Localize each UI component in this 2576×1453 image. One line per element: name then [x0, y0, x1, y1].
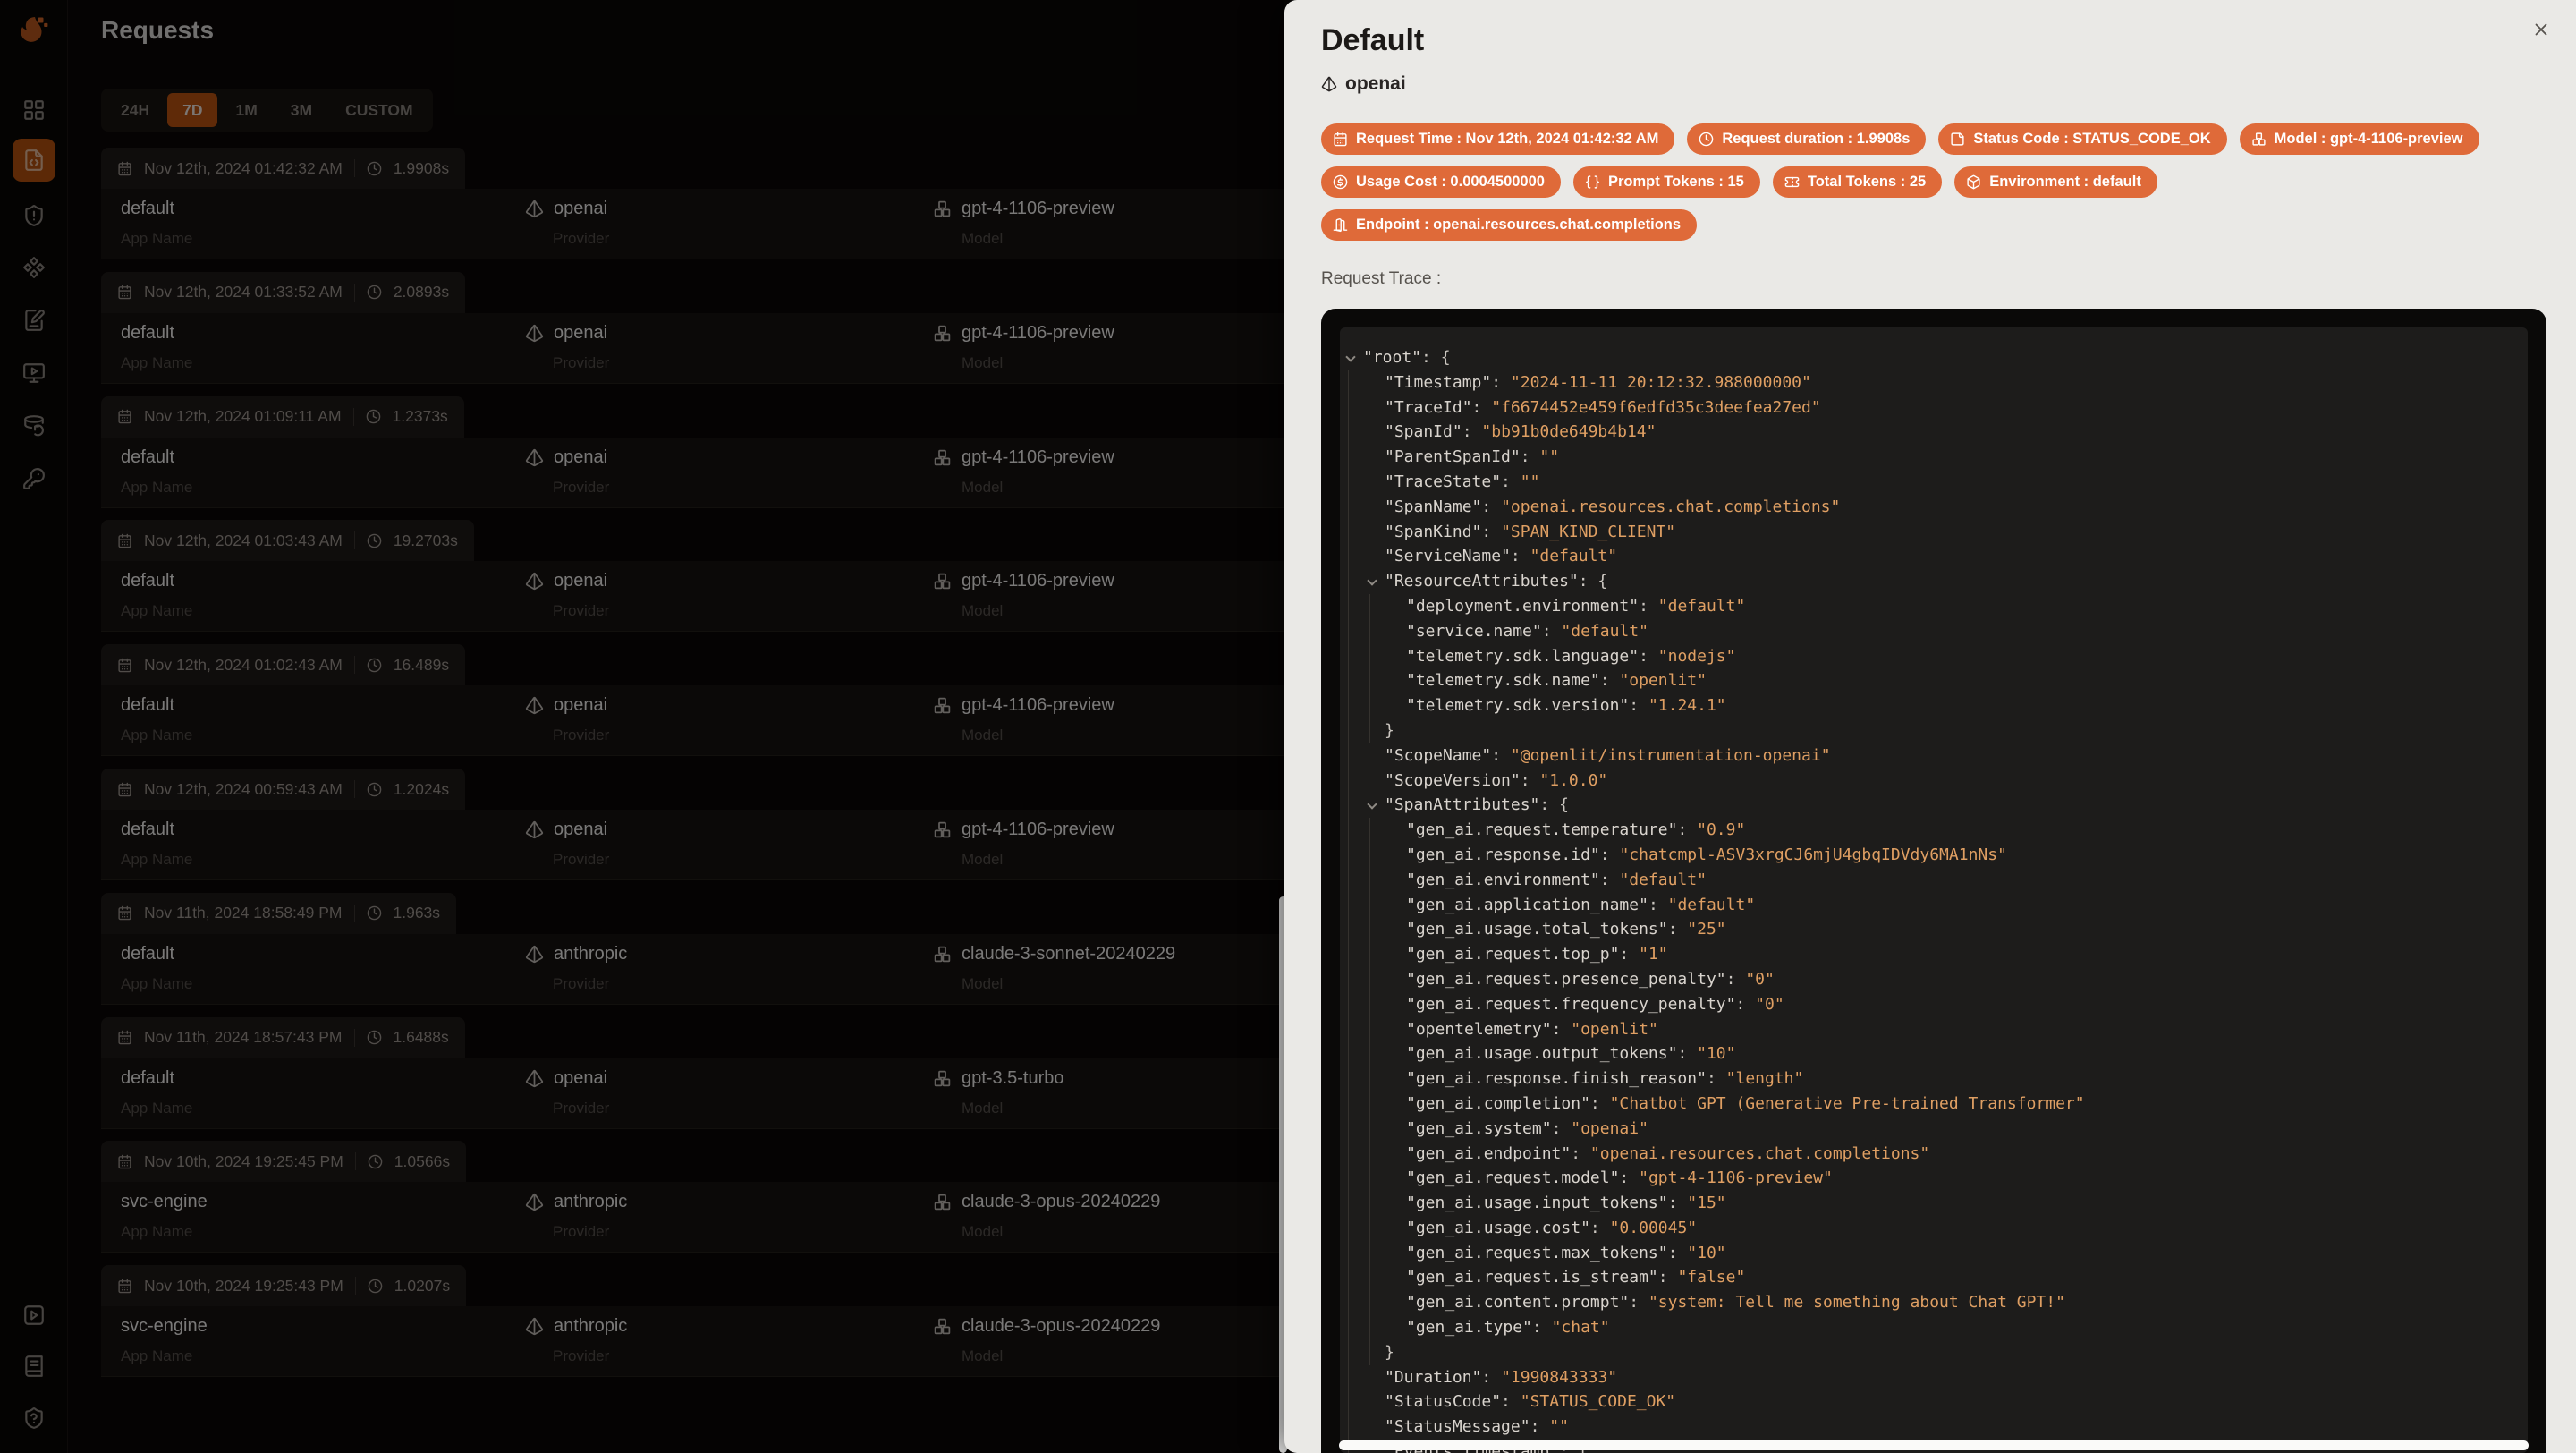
trace-line: "gen_ai.request.is_stream": "false"	[1406, 1268, 1746, 1287]
collapse-chevron-icon[interactable]	[1345, 352, 1356, 362]
badge-text: Request Time : Nov 12th, 2024 01:42:32 A…	[1356, 131, 1659, 147]
trace-line: "Duration": "1990843333"	[1385, 1367, 1618, 1387]
trace-line: "SpanAttributes": {	[1340, 793, 2528, 818]
detail-badge: Environment : default	[1954, 166, 2157, 198]
trace-line: "SpanName": "openai.resources.chat.compl…	[1385, 497, 1841, 516]
trace-line: "Timestamp": "2024-11-11 20:12:32.988000…	[1385, 372, 1811, 392]
trace-line: "gen_ai.request.top_p": "1"	[1406, 945, 1668, 964]
trace-line: "gen_ai.usage.output_tokens": "10"	[1406, 1044, 1736, 1064]
trace-line: "root": {	[1340, 345, 2528, 370]
badge-text: Model : gpt-4-1106-preview	[2274, 131, 2463, 147]
detail-badge: Request Time : Nov 12th, 2024 01:42:32 A…	[1321, 123, 1675, 155]
trace-line: "gen_ai.usage.cost": "0.00045"	[1406, 1218, 1698, 1237]
ticket-icon	[1784, 176, 1800, 188]
package-icon	[1967, 174, 1980, 190]
collapse-chevron-icon[interactable]	[1367, 799, 1377, 811]
modal-overlay[interactable]	[0, 0, 1284, 1453]
pyramid-icon	[1321, 76, 1337, 92]
detail-badge: Prompt Tokens : 15	[1572, 166, 1760, 198]
status-icon	[1951, 132, 1964, 146]
door-icon	[1333, 218, 1348, 233]
trace-line: "telemetry.sdk.language": "nodejs"	[1406, 646, 1736, 666]
close-icon[interactable]	[2531, 20, 2555, 43]
trace-line: "gen_ai.completion": "Chatbot GPT (Gener…	[1406, 1093, 2085, 1113]
indent-guide	[1348, 370, 1349, 1453]
trace-line: "SpanKind": "SPAN_KIND_CLIENT"	[1385, 522, 1676, 541]
trace-line: "ParentSpanId": ""	[1385, 447, 1560, 467]
trace-line: "opentelemetry": "openlit"	[1406, 1019, 1658, 1039]
trace-line: "gen_ai.response.finish_reason": "length…	[1406, 1069, 1804, 1089]
trace-line: "StatusCode": "STATUS_CODE_OK"	[1385, 1392, 1676, 1412]
request-detail-sheet: Default openai Request Time : Nov 12th, …	[1284, 0, 2576, 1453]
trace-line: "gen_ai.system": "openai"	[1406, 1118, 1648, 1138]
clock-icon	[1699, 132, 1714, 147]
detail-badge: Status Code : STATUS_CODE_OK	[1938, 123, 2227, 155]
trace-line: "ServiceName": "default"	[1385, 547, 1618, 566]
trace-line: "gen_ai.request.frequency_penalty": "0"	[1406, 994, 1784, 1014]
badge-container: Request Time : Nov 12th, 2024 01:42:32 A…	[1321, 123, 2554, 241]
trace-line: "gen_ai.request.presence_penalty": "0"	[1406, 969, 1775, 989]
trace-line: "TraceState": ""	[1385, 472, 1540, 491]
badge-text: Prompt Tokens : 15	[1607, 174, 1744, 190]
trace-line: "gen_ai.request.max_tokens": "10"	[1406, 1243, 1726, 1262]
trace-line: "gen_ai.response.id": "chatcmpl-ASV3xrgC…	[1406, 845, 2007, 864]
badge-row: Usage Cost : 0.0004500000 Prompt Tokens :…	[1321, 166, 2554, 198]
badge-text: Usage Cost : 0.0004500000	[1356, 174, 1545, 190]
trace-line: "deployment.environment": "default"	[1406, 596, 1746, 616]
calendar-icon	[1334, 132, 1347, 147]
trace-line: "StatusMessage": ""	[1385, 1417, 1569, 1437]
trace-line: "gen_ai.usage.total_tokens": "25"	[1406, 920, 1726, 939]
collapse-chevron-icon[interactable]	[1367, 575, 1377, 586]
badge-text: Request duration : 1.9908s	[1722, 131, 1911, 147]
badge-text: Total Tokens : 25	[1807, 174, 1927, 190]
braces-icon	[1586, 175, 1599, 189]
badge-text: Environment : default	[1989, 174, 2141, 190]
trace-label: Request Trace :	[1321, 269, 1442, 288]
openlit-app: Requests 24H7D1M3MCUSTOM Nov 12th, 2024 …	[0, 0, 2576, 1453]
dollar-icon	[1333, 174, 1348, 190]
provider-row: openai	[1321, 73, 1406, 95]
boxes-icon	[2252, 132, 2266, 146]
detail-badge: Total Tokens : 25	[1772, 166, 1943, 198]
indent-guide	[1369, 594, 1370, 743]
trace-line: "gen_ai.type": "chat"	[1406, 1318, 1610, 1338]
trace-line: "gen_ai.request.temperature": "0.9"	[1406, 820, 1746, 840]
trace-line: }	[1385, 1342, 1394, 1362]
trace-line: "gen_ai.usage.input_tokens": "15"	[1406, 1194, 1726, 1213]
trace-line: "SpanId": "bb91b0de649b4b14"	[1385, 422, 1657, 442]
detail-badge: Usage Cost : 0.0004500000	[1321, 166, 1561, 198]
trace-line: "ScopeName": "@openlit/instrumentation-o…	[1385, 745, 1831, 765]
trace-line: "gen_ai.environment": "default"	[1406, 870, 1707, 889]
trace-line: "ResourceAttributes": {	[1340, 569, 2528, 594]
trace-line: "ScopeVersion": "1.0.0"	[1385, 770, 1608, 790]
trace-json: "root": {"Timestamp": "2024-11-11 20:12:…	[1340, 327, 2528, 1453]
trace-horizontal-scrollbar[interactable]	[1339, 1440, 2529, 1450]
trace-line: "gen_ai.request.model": "gpt-4-1106-prev…	[1406, 1168, 1833, 1188]
trace-line: "TraceId": "f6674452e459f6edfd35c3deefea…	[1385, 397, 1821, 417]
trace-line: "gen_ai.application_name": "default"	[1406, 895, 1756, 914]
trace-line: }	[1385, 720, 1394, 740]
badge-row: Endpoint : openai.resources.chat.complet…	[1321, 209, 2554, 241]
indent-guide	[1369, 818, 1370, 1365]
trace-line: "telemetry.sdk.name": "openlit"	[1406, 671, 1707, 691]
trace-line: "gen_ai.content.prompt": "system: Tell m…	[1406, 1293, 2065, 1313]
sheet-title: Default	[1321, 23, 1425, 57]
badge-text: Status Code : STATUS_CODE_OK	[1973, 131, 2211, 147]
trace-line: "gen_ai.endpoint": "openai.resources.cha…	[1406, 1143, 1930, 1163]
badge-row: Request Time : Nov 12th, 2024 01:42:32 A…	[1321, 123, 2554, 155]
detail-badge: Request duration : 1.9908s	[1687, 123, 1927, 155]
trace-line: "telemetry.sdk.version": "1.24.1"	[1406, 696, 1726, 716]
provider-name: openai	[1345, 73, 1406, 94]
detail-badge: Model : gpt-4-1106-preview	[2239, 123, 2479, 155]
trace-viewer: "root": {"Timestamp": "2024-11-11 20:12:…	[1321, 309, 2546, 1453]
trace-line: "service.name": "default"	[1406, 621, 1648, 641]
detail-badge: Endpoint : openai.resources.chat.complet…	[1321, 209, 1698, 241]
badge-text: Endpoint : openai.resources.chat.complet…	[1356, 217, 1682, 233]
